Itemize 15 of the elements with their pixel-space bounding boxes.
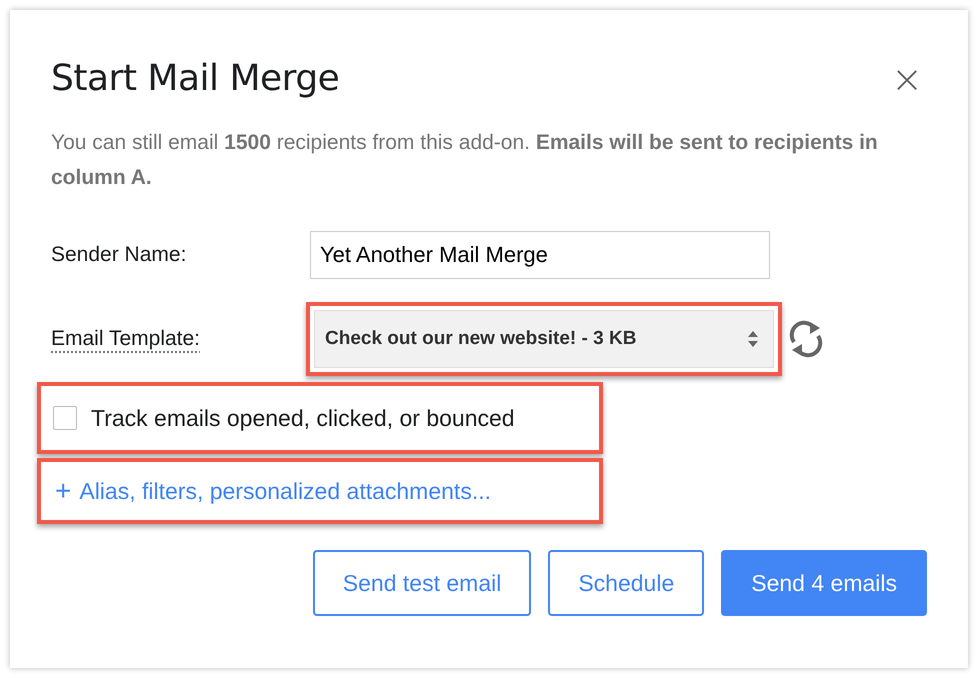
advanced-options-link[interactable]: + Alias, filters, personalized attachments... xyxy=(41,462,599,520)
tracking-checkbox[interactable] xyxy=(53,406,77,430)
tracking-label: Track emails opened, clicked, or bounced xyxy=(91,404,515,432)
template-select[interactable]: Check out our new website! - 3 KB xyxy=(314,310,774,368)
secondary-button[interactable]: Schedule xyxy=(548,550,704,616)
sender-name-field[interactable]: Yet Another Mail Merge xyxy=(310,231,770,279)
recipients-notice: You can still email 1500 recipients from this add-on. Emails will be sent to recipients in column A. xyxy=(51,130,879,191)
email-template-label: Email Template: xyxy=(51,327,200,350)
send-button[interactable]: Send 4 emails xyxy=(721,550,927,616)
refresh-icon[interactable] xyxy=(788,320,824,358)
secondary-button[interactable]: Send test email xyxy=(312,550,532,616)
sender-name-label: Sender Name: xyxy=(51,243,188,267)
close-button[interactable]: × xyxy=(887,60,927,98)
dialog-title: Start Mail Merge xyxy=(51,58,340,99)
sort-arrows-icon xyxy=(747,329,759,349)
